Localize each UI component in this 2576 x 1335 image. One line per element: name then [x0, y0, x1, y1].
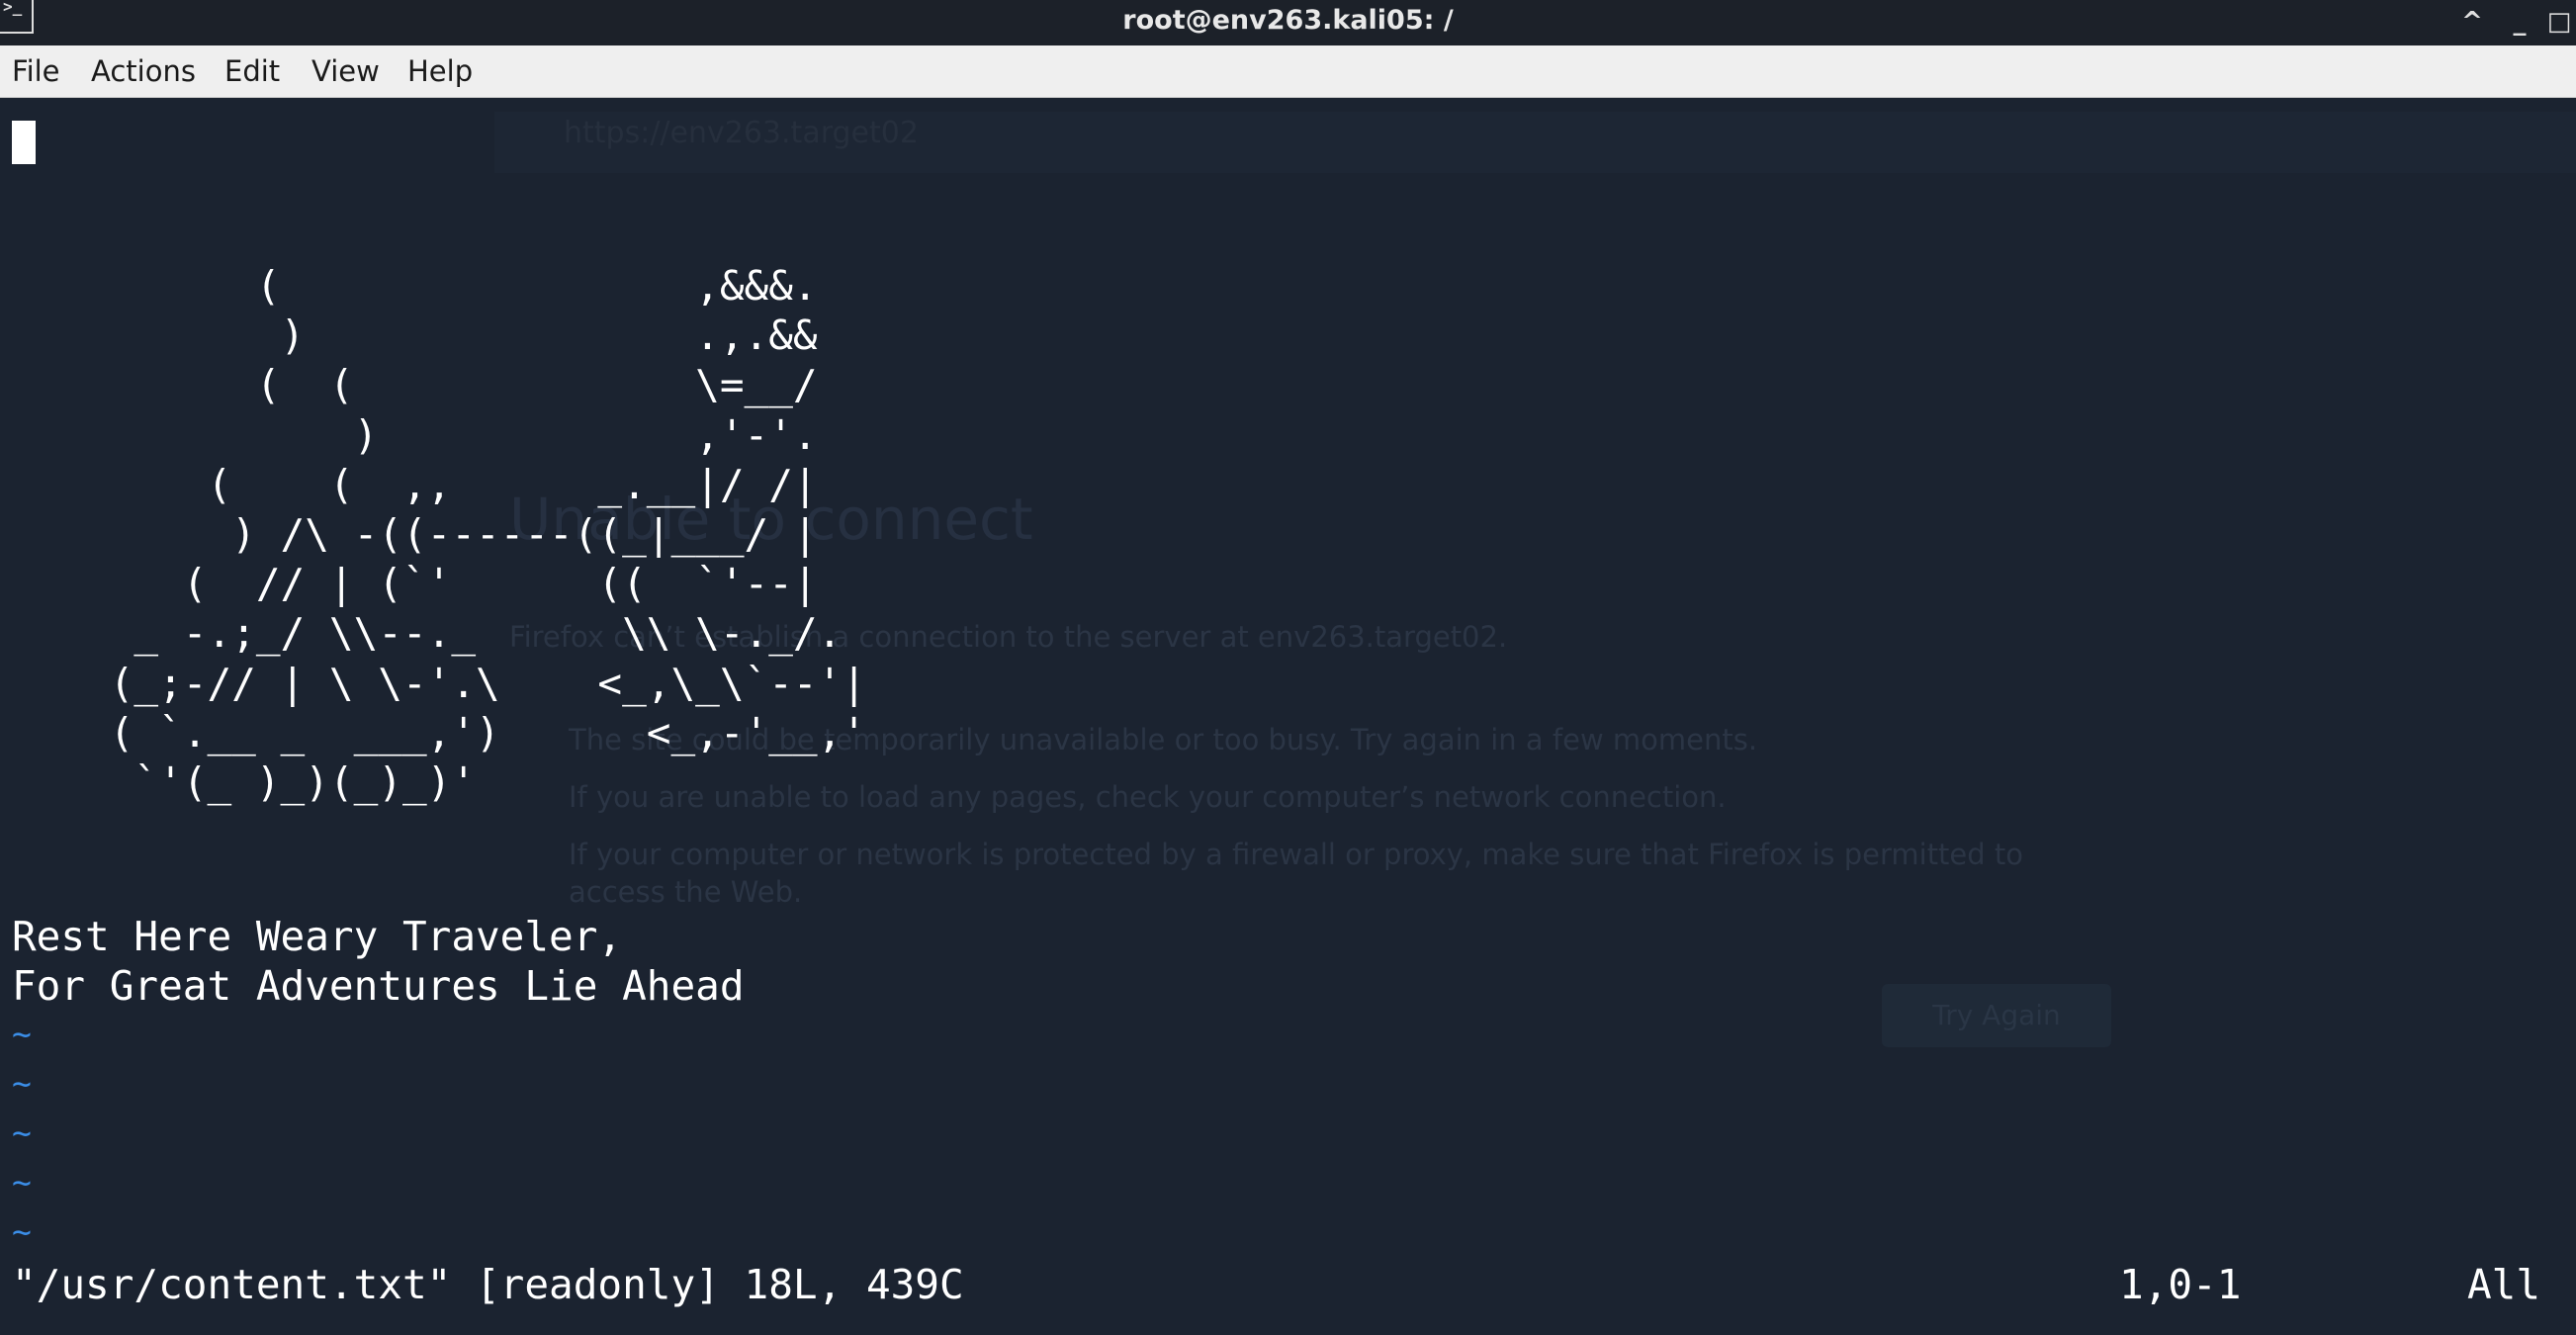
menu-bar: File Actions Edit View Help — [0, 45, 2576, 98]
terminal-area[interactable]: https://env263.target02 Unable to connec… — [0, 98, 2576, 1335]
maximize-button[interactable]: □ — [2539, 0, 2576, 45]
status-scroll: All — [2467, 1261, 2541, 1308]
text-cursor — [12, 121, 36, 164]
ghost-try-again: Try Again — [1882, 984, 2111, 1047]
ascii-art: ( ,&&&. ) .,.&& ( ( \=__/ ) ,'-'. ( ( ,,… — [109, 262, 866, 807]
message-line: For Great Adventures Lie Ahead — [12, 962, 745, 1010]
menu-file[interactable]: File — [12, 45, 60, 97]
ghost-urlbar — [494, 112, 2576, 173]
empty-line-tilde: ~ — [12, 1064, 32, 1103]
minimize-up-icon[interactable]: ^ — [2452, 0, 2492, 45]
menu-help[interactable]: Help — [407, 45, 473, 97]
ghost-bullet: If your computer or network is protected… — [569, 838, 2024, 909]
message-line: Rest Here Weary Traveler, — [12, 913, 623, 960]
empty-line-tilde: ~ — [12, 1015, 32, 1053]
minimize-button[interactable]: _ — [2500, 0, 2539, 45]
empty-line-tilde: ~ — [12, 1113, 32, 1152]
menu-edit[interactable]: Edit — [224, 45, 280, 97]
status-cursor-position: 1,0-1 — [2119, 1261, 2242, 1308]
menu-actions[interactable]: Actions — [91, 45, 196, 97]
status-file-info: "/usr/content.txt" [readonly] 18L, 439C — [12, 1261, 964, 1308]
empty-line-tilde: ~ — [12, 1163, 32, 1202]
title-bar: >_ root@env263.kali05: / ^ _ □ — [0, 0, 2576, 45]
window-title: root@env263.kali05: / — [1122, 5, 1454, 36]
terminal-window: >_ root@env263.kali05: / ^ _ □ File Acti… — [0, 0, 2576, 1335]
menu-view[interactable]: View — [311, 45, 380, 97]
empty-line-tilde: ~ — [12, 1212, 32, 1251]
